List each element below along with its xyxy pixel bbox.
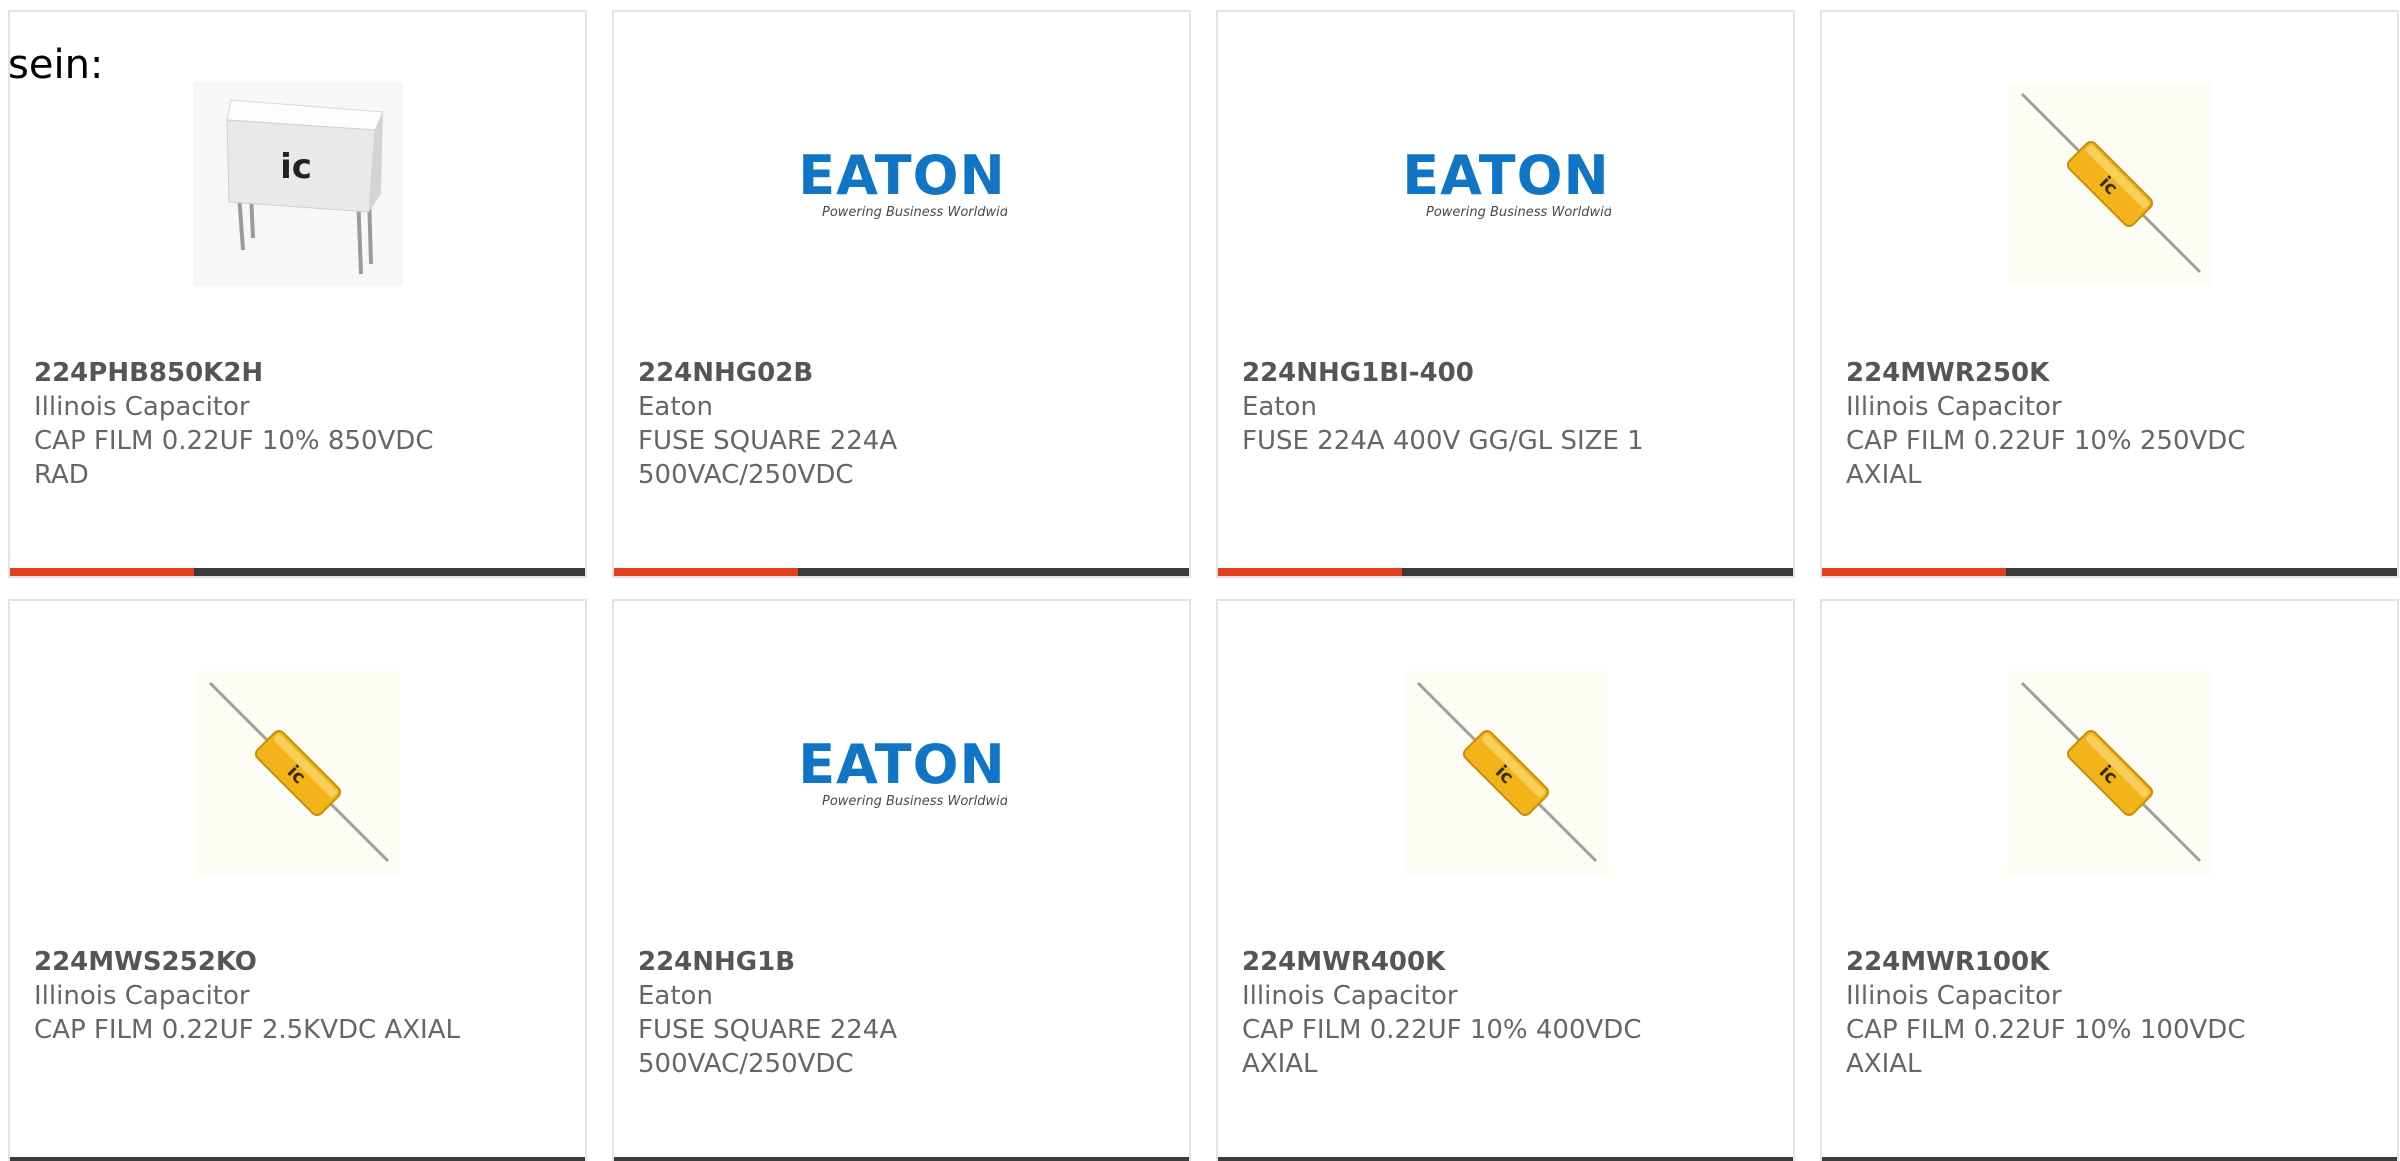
product-description: FUSE SQUARE 224A 500VAC/250VDC (638, 1015, 898, 1079)
product-card-224mwr100k[interactable]: ic 224MWR100K Illinois Capacitor CAP FIL… (1820, 599, 2399, 1161)
product-card-224nhg1b[interactable]: EATON Powering Business Worldwide 224NHG1… (612, 599, 1191, 1161)
card-bottom-bar (10, 1157, 585, 1161)
product-description: CAP FILM 0.22UF 10% 250VDC AXIAL (1846, 426, 2246, 490)
card-bottom-accent (614, 568, 798, 576)
card-bottom-accent (10, 568, 194, 576)
product-info: 224MWS252KO Illinois Capacitor CAP FILM … (34, 945, 561, 1047)
eaton-wordmark: EATON (798, 733, 1005, 796)
eaton-logo-image[interactable]: EATON Powering Business Worldwide (1218, 82, 1793, 286)
card-bottom-bar (1822, 1157, 2397, 1161)
eaton-tagline: Powering Business Worldwide (822, 205, 1007, 220)
product-description: FUSE SQUARE 224A 500VAC/250VDC (638, 426, 898, 490)
product-card-224mwr400k[interactable]: ic 224MWR400K Illinois Capacitor CAP FIL… (1216, 599, 1795, 1161)
product-description: CAP FILM 0.22UF 10% 100VDC AXIAL (1846, 1015, 2246, 1079)
product-info: 224NHG02B Eaton FUSE SQUARE 224A 500VAC/… (638, 356, 1165, 492)
manufacturer-label: Eaton (638, 392, 713, 422)
intro-text: sein: (8, 42, 104, 88)
eaton-logo-image[interactable]: EATON Powering Business Worldwide (614, 82, 1189, 286)
axial-capacitor-image[interactable]: ic (1822, 671, 2397, 875)
capacitor-brand-mark: ic (280, 147, 312, 187)
eaton-logo: EATONPowering Business Worldwide (798, 144, 1007, 220)
card-bottom-bar (614, 1157, 1189, 1161)
card-bottom-bar (614, 568, 1189, 576)
eaton-tagline: Powering Business Worldwide (822, 794, 1007, 809)
eaton-wordmark: EATON (1402, 144, 1609, 207)
part-number-link[interactable]: 224PHB850K2H (34, 356, 561, 390)
product-info: 224PHB850K2H Illinois Capacitor CAP FILM… (34, 356, 561, 492)
axial-capacitor-graphic: ic (195, 671, 400, 875)
radial-capacitor-graphic: ic (192, 82, 403, 286)
card-bottom-bar (1218, 1157, 1793, 1161)
product-info: 224NHG1BI-400 Eaton FUSE 224A 400V GG/GL… (1242, 356, 1769, 458)
part-number-link[interactable]: 224MWS252KO (34, 945, 561, 979)
axial-capacitor-graphic: ic (2007, 82, 2212, 286)
axial-capacitor-graphic: ic (1403, 671, 1608, 875)
part-number-link[interactable]: 224MWR400K (1242, 945, 1769, 979)
product-description: CAP FILM 0.22UF 10% 850VDC RAD (34, 426, 434, 490)
product-card-224nhg1bi-400[interactable]: EATON Powering Business Worldwide 224NHG1… (1216, 10, 1795, 578)
manufacturer-label: Illinois Capacitor (1846, 981, 2062, 1011)
axial-capacitor-image[interactable]: ic (10, 671, 585, 875)
manufacturer-label: Eaton (1242, 392, 1317, 422)
product-info: 224MWR100K Illinois Capacitor CAP FILM 0… (1846, 945, 2373, 1081)
eaton-tagline: Powering Business Worldwide (1426, 205, 1611, 220)
product-description: CAP FILM 0.22UF 10% 400VDC AXIAL (1242, 1015, 1642, 1079)
product-info: 224MWR400K Illinois Capacitor CAP FILM 0… (1242, 945, 1769, 1081)
manufacturer-label: Illinois Capacitor (34, 392, 250, 422)
card-bottom-bar (1822, 568, 2397, 576)
product-card-224phb850k2h[interactable]: ic 224PHB850K2H Illinois Capacitor CAP F… (8, 10, 587, 578)
eaton-logo-image[interactable]: EATON Powering Business Worldwide (614, 671, 1189, 875)
axial-capacitor-image[interactable]: ic (1218, 671, 1793, 875)
part-number-link[interactable]: 224NHG1BI-400 (1242, 356, 1769, 390)
part-number-link[interactable]: 224NHG1B (638, 945, 1165, 979)
product-grid: ic 224PHB850K2H Illinois Capacitor CAP F… (8, 10, 2399, 1161)
card-bottom-bar (10, 568, 585, 576)
manufacturer-label: Illinois Capacitor (1846, 392, 2062, 422)
eaton-logo: EATONPowering Business Worldwide (798, 733, 1007, 809)
product-card-224mwr250k[interactable]: ic 224MWR250K Illinois Capacitor CAP FIL… (1820, 10, 2399, 578)
page: sein: ic 224PHB850K2H Illinois Capacitor… (0, 0, 2400, 1161)
eaton-wordmark: EATON (798, 144, 1005, 207)
product-description: FUSE 224A 400V GG/GL SIZE 1 (1242, 426, 1644, 456)
card-bottom-accent (1822, 568, 2006, 576)
product-card-224nhg02b[interactable]: EATON Powering Business Worldwide 224NHG0… (612, 10, 1191, 578)
manufacturer-label: Illinois Capacitor (1242, 981, 1458, 1011)
card-bottom-bar (1218, 568, 1793, 576)
eaton-logo: EATONPowering Business Worldwide (1402, 144, 1611, 220)
part-number-link[interactable]: 224MWR250K (1846, 356, 2373, 390)
manufacturer-label: Illinois Capacitor (34, 981, 250, 1011)
product-info: 224NHG1B Eaton FUSE SQUARE 224A 500VAC/2… (638, 945, 1165, 1081)
product-info: 224MWR250K Illinois Capacitor CAP FILM 0… (1846, 356, 2373, 492)
product-card-224mws252ko[interactable]: ic 224MWS252KO Illinois Capacitor CAP FI… (8, 599, 587, 1161)
part-number-link[interactable]: 224NHG02B (638, 356, 1165, 390)
manufacturer-label: Eaton (638, 981, 713, 1011)
part-number-link[interactable]: 224MWR100K (1846, 945, 2373, 979)
axial-capacitor-image[interactable]: ic (1822, 82, 2397, 286)
axial-capacitor-graphic: ic (2007, 671, 2212, 875)
radial-film-capacitor-image[interactable]: ic (10, 82, 585, 286)
card-bottom-accent (1218, 568, 1402, 576)
product-description: CAP FILM 0.22UF 2.5KVDC AXIAL (34, 1015, 460, 1045)
